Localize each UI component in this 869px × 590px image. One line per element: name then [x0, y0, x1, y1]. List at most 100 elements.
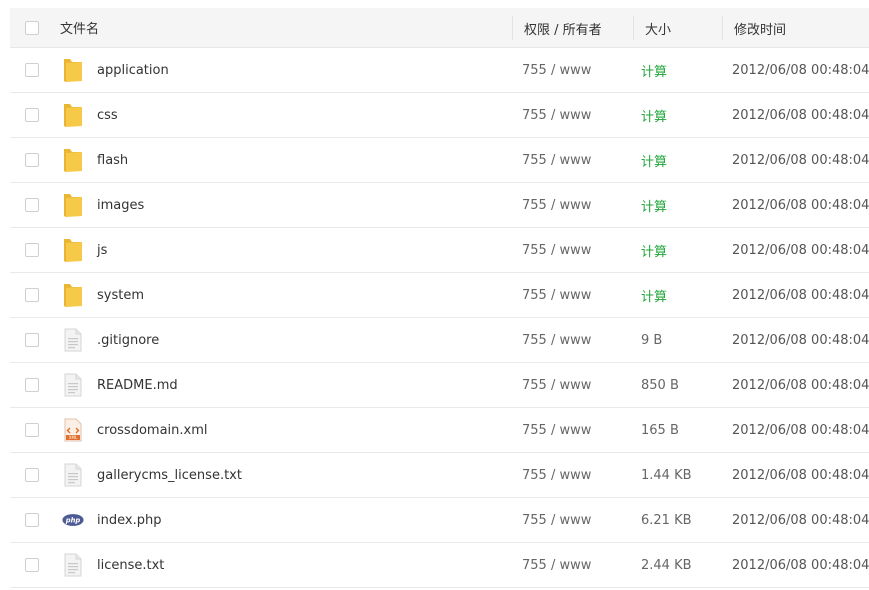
table-row[interactable]: css 755 / www 计算 2012/06/08 00:48:04 — [10, 93, 869, 138]
svg-text:XML: XML — [69, 435, 78, 440]
file-name-cell[interactable]: license.txt — [60, 543, 164, 587]
row-checkbox-cell — [23, 363, 41, 407]
file-name-cell[interactable]: application — [60, 48, 169, 92]
file-permission[interactable]: 755 / www — [522, 93, 591, 137]
row-checkbox-cell — [23, 408, 41, 452]
calculate-size-link[interactable]: 计算 — [641, 61, 667, 80]
file-permission[interactable]: 755 / www — [522, 228, 591, 272]
header-permission[interactable]: 权限 / 所有者 — [512, 16, 602, 40]
file-permission[interactable]: 755 / www — [522, 318, 591, 362]
row-checkbox[interactable] — [25, 513, 39, 527]
table-row[interactable]: XML crossdomain.xml 755 / www 165 B 2012/06/… — [10, 408, 869, 453]
file-permission[interactable]: 755 / www — [522, 363, 591, 407]
permission-owner[interactable]: 755 / www — [522, 63, 591, 78]
file-size[interactable]: 计算 — [641, 138, 667, 182]
file-name[interactable]: index.php — [97, 513, 161, 528]
header-name[interactable]: 文件名 — [60, 8, 99, 47]
file-permission[interactable]: 755 / www — [522, 48, 591, 92]
calculate-size-link[interactable]: 计算 — [641, 286, 667, 305]
calculate-size-link[interactable]: 计算 — [641, 106, 667, 125]
table-row[interactable]: system 755 / www 计算 2012/06/08 00:48:04 — [10, 273, 869, 318]
file-name[interactable]: gallerycms_license.txt — [97, 468, 242, 483]
file-name-cell[interactable]: images — [60, 183, 144, 227]
permission-owner[interactable]: 755 / www — [522, 243, 591, 258]
file-name[interactable]: flash — [97, 153, 128, 168]
permission-owner[interactable]: 755 / www — [522, 198, 591, 213]
xml-file-icon: XML — [62, 417, 84, 443]
table-row[interactable]: gallerycms_license.txt 755 / www 1.44 KB 20… — [10, 453, 869, 498]
permission-owner[interactable]: 755 / www — [522, 333, 591, 348]
row-checkbox[interactable] — [25, 288, 39, 302]
row-checkbox-cell — [23, 273, 41, 317]
file-name-cell[interactable]: js — [60, 228, 107, 272]
file-name[interactable]: license.txt — [97, 558, 164, 573]
permission-owner[interactable]: 755 / www — [522, 378, 591, 393]
file-size[interactable]: 计算 — [641, 228, 667, 272]
row-checkbox[interactable] — [25, 378, 39, 392]
svg-text:php: php — [65, 517, 81, 525]
file-name[interactable]: README.md — [97, 378, 178, 393]
permission-owner[interactable]: 755 / www — [522, 423, 591, 438]
calculate-size-link[interactable]: 计算 — [641, 151, 667, 170]
file-name-cell[interactable]: XML crossdomain.xml — [60, 408, 208, 452]
file-name-cell[interactable]: README.md — [60, 363, 178, 407]
row-checkbox[interactable] — [25, 108, 39, 122]
table-row[interactable]: license.txt 755 / www 2.44 KB 2012/06/08 00… — [10, 543, 869, 588]
file-permission[interactable]: 755 / www — [522, 543, 591, 587]
file-size[interactable]: 计算 — [641, 48, 667, 92]
file-name[interactable]: js — [97, 243, 107, 258]
row-checkbox[interactable] — [25, 333, 39, 347]
row-checkbox[interactable] — [25, 153, 39, 167]
select-all-checkbox[interactable] — [25, 20, 39, 35]
row-checkbox[interactable] — [25, 423, 39, 437]
file-permission[interactable]: 755 / www — [522, 453, 591, 497]
table-row[interactable]: js 755 / www 计算 2012/06/08 00:48:04 — [10, 228, 869, 273]
table-row[interactable]: application 755 / www 计算 2012/06/08 00:48:0… — [10, 48, 869, 93]
file-permission[interactable]: 755 / www — [522, 183, 591, 227]
file-name-cell[interactable]: .gitignore — [60, 318, 159, 362]
row-checkbox[interactable] — [25, 468, 39, 482]
file-name-cell[interactable]: gallerycms_license.txt — [60, 453, 242, 497]
file-size[interactable]: 计算 — [641, 93, 667, 137]
file-permission[interactable]: 755 / www — [522, 498, 591, 542]
table-row[interactable]: php index.php 755 / www 6.21 KB 2012/06/08 0… — [10, 498, 869, 543]
calculate-size-link[interactable]: 计算 — [641, 241, 667, 260]
file-name[interactable]: images — [97, 198, 144, 213]
file-name[interactable]: .gitignore — [97, 333, 159, 348]
folder-icon — [62, 147, 84, 173]
permission-owner[interactable]: 755 / www — [522, 108, 591, 123]
header-size[interactable]: 大小 — [633, 16, 671, 40]
size-value: 1.44 KB — [641, 467, 692, 483]
file-name-cell[interactable]: css — [60, 93, 118, 137]
permission-owner[interactable]: 755 / www — [522, 153, 591, 168]
file-permission[interactable]: 755 / www — [522, 273, 591, 317]
file-name[interactable]: css — [97, 108, 118, 123]
file-name-cell[interactable]: php index.php — [60, 498, 161, 542]
file-name[interactable]: crossdomain.xml — [97, 423, 208, 438]
row-checkbox[interactable] — [25, 243, 39, 257]
row-checkbox[interactable] — [25, 63, 39, 77]
permission-owner[interactable]: 755 / www — [522, 558, 591, 573]
header-modified-time[interactable]: 修改时间 — [722, 16, 786, 40]
permission-owner[interactable]: 755 / www — [522, 288, 591, 303]
table-row[interactable]: README.md 755 / www 850 B 2012/06/08 00:48:… — [10, 363, 869, 408]
file-permission[interactable]: 755 / www — [522, 408, 591, 452]
folder-icon — [62, 57, 84, 83]
file-name[interactable]: system — [97, 288, 144, 303]
row-checkbox[interactable] — [25, 558, 39, 572]
table-row[interactable]: flash 755 / www 计算 2012/06/08 00:48:04 — [10, 138, 869, 183]
row-checkbox-cell — [23, 498, 41, 542]
table-row[interactable]: images 755 / www 计算 2012/06/08 00:48:04 — [10, 183, 869, 228]
file-permission[interactable]: 755 / www — [522, 138, 591, 182]
permission-owner[interactable]: 755 / www — [522, 468, 591, 483]
row-checkbox-cell — [23, 543, 41, 587]
calculate-size-link[interactable]: 计算 — [641, 196, 667, 215]
file-size[interactable]: 计算 — [641, 273, 667, 317]
file-name-cell[interactable]: system — [60, 273, 144, 317]
row-checkbox[interactable] — [25, 198, 39, 212]
table-row[interactable]: .gitignore 755 / www 9 B 2012/06/08 00:48:0… — [10, 318, 869, 363]
file-size[interactable]: 计算 — [641, 183, 667, 227]
file-name-cell[interactable]: flash — [60, 138, 128, 182]
file-name[interactable]: application — [97, 63, 169, 78]
permission-owner[interactable]: 755 / www — [522, 513, 591, 528]
